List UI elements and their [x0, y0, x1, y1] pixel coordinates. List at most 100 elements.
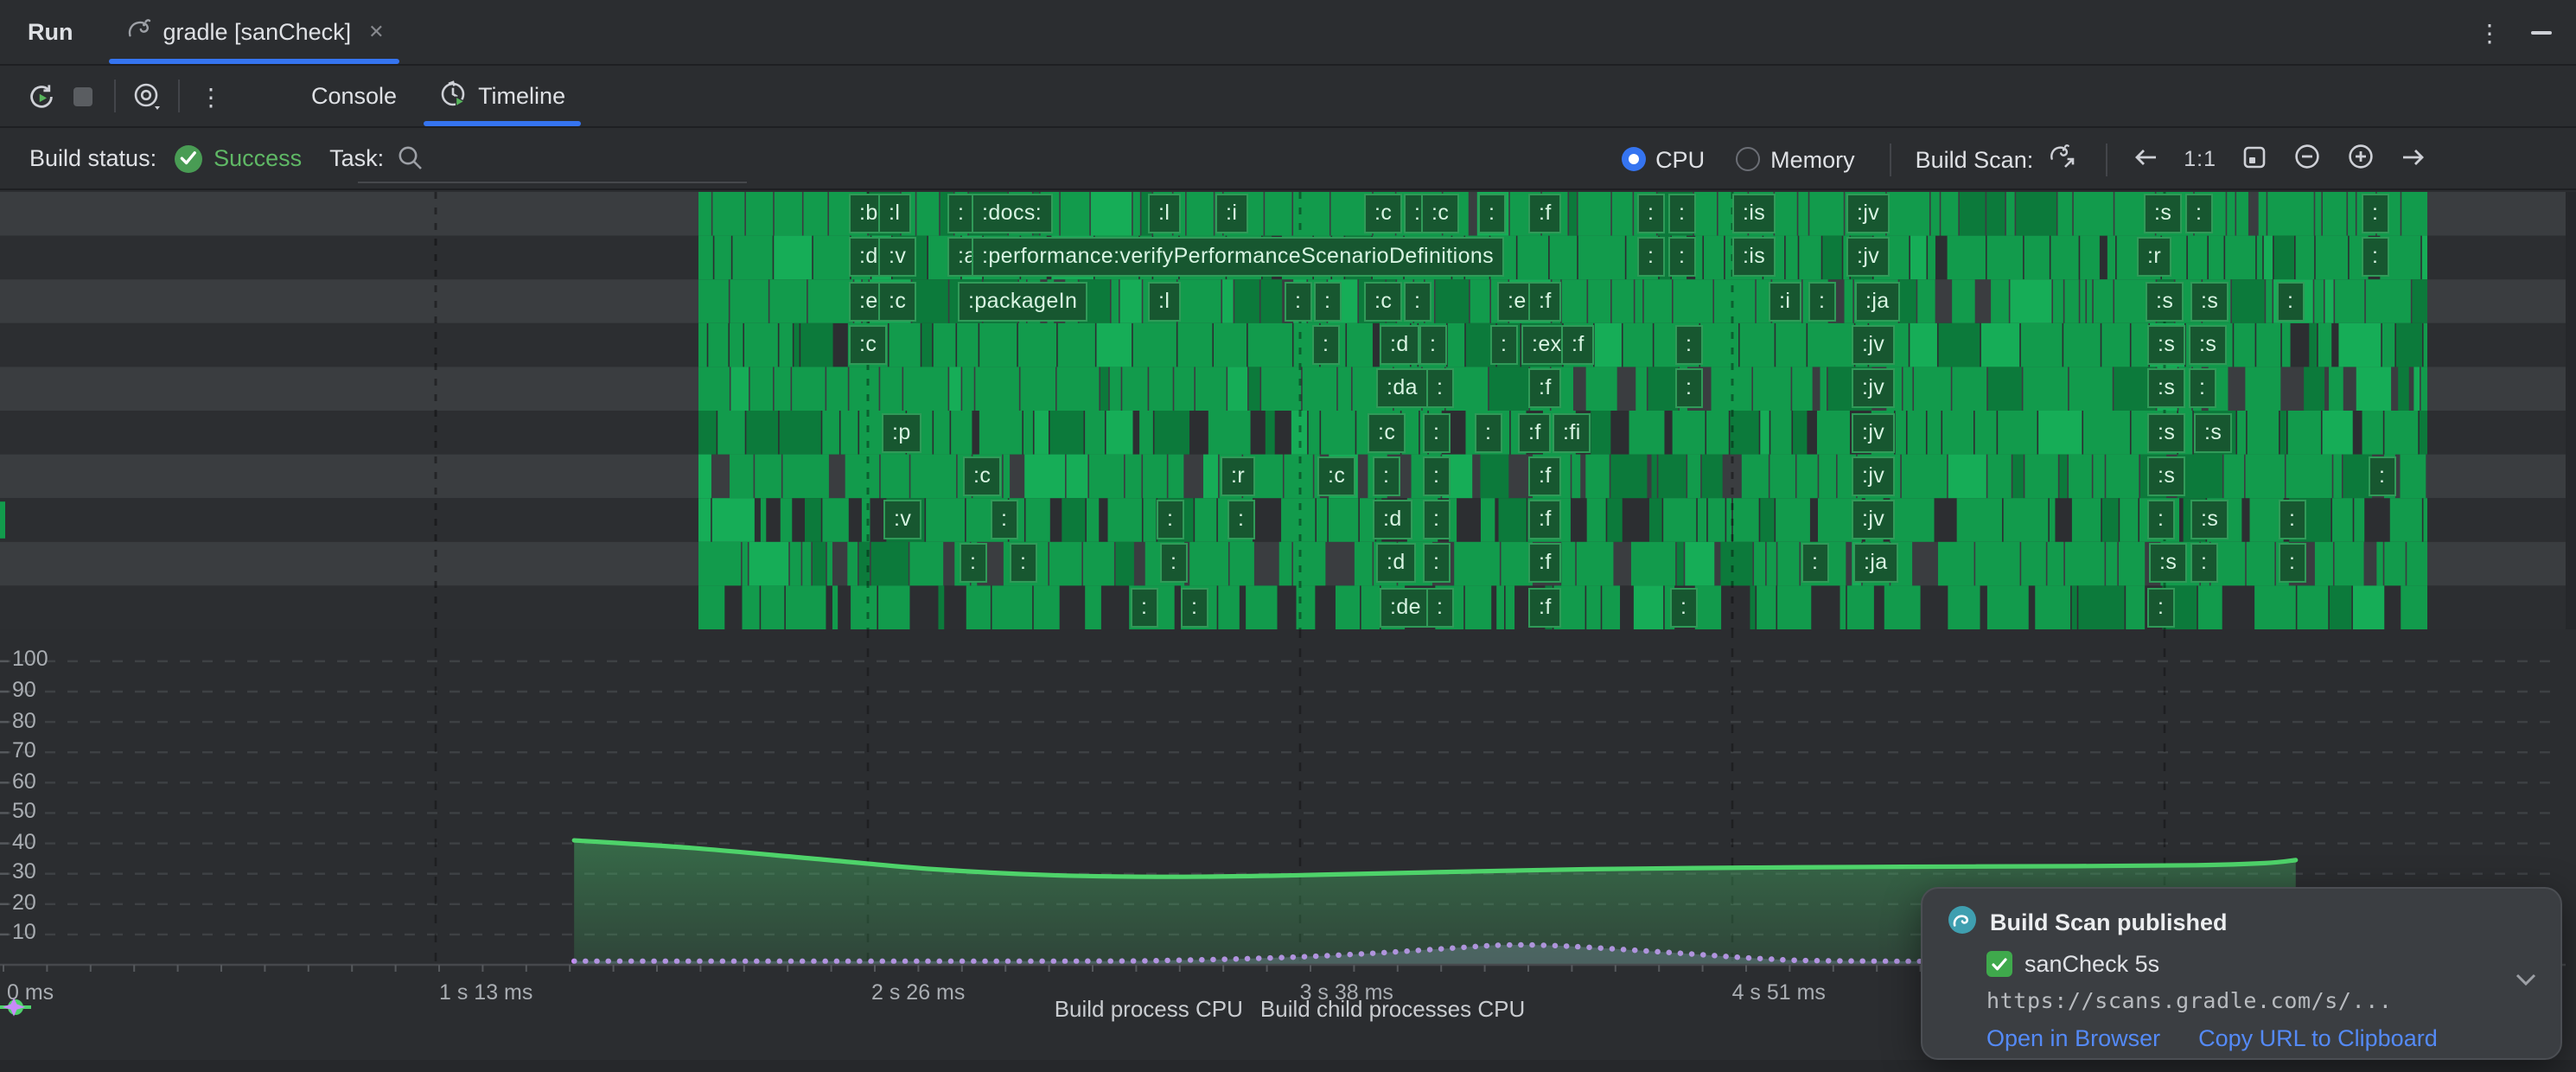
stop-button[interactable]: [62, 75, 104, 117]
task-label[interactable]: :l: [878, 194, 910, 233]
task-label[interactable]: :f: [1528, 194, 1562, 233]
task-label[interactable]: :s: [2194, 412, 2232, 452]
memory-radio-label[interactable]: Memory: [1770, 146, 1855, 172]
task-label[interactable]: :: [2362, 194, 2388, 233]
task-label[interactable]: :: [1490, 325, 1517, 365]
task-label[interactable]: :f: [1518, 412, 1552, 452]
scroll-left-icon[interactable]: [2132, 144, 2159, 174]
task-label[interactable]: :s: [2144, 194, 2182, 233]
task-label[interactable]: :c: [878, 281, 916, 321]
task-label[interactable]: :: [947, 194, 974, 233]
task-label[interactable]: :: [1637, 194, 1664, 233]
zoom-out-icon[interactable]: [2292, 142, 2322, 176]
task-label[interactable]: :l: [1148, 281, 1180, 321]
task-label[interactable]: :ja: [1853, 544, 1898, 584]
task-label[interactable]: :: [2279, 500, 2305, 539]
task-label[interactable]: :v: [878, 238, 916, 278]
task-label[interactable]: :d: [1380, 325, 1419, 365]
task-label[interactable]: :: [2185, 194, 2212, 233]
task-label[interactable]: :s: [2149, 544, 2187, 584]
task-label[interactable]: :: [1314, 281, 1341, 321]
copy-url-link[interactable]: Copy URL to Clipboard: [2198, 1025, 2438, 1051]
search-icon[interactable]: [396, 144, 425, 173]
task-label[interactable]: :: [1423, 544, 1450, 584]
task-label[interactable]: :: [2147, 587, 2174, 627]
task-label[interactable]: :f: [1528, 281, 1562, 321]
task-label[interactable]: :jv: [1852, 456, 1895, 496]
run-configuration-tab[interactable]: gradle [sanCheck] ✕: [105, 0, 405, 64]
task-label[interactable]: :: [1475, 412, 1502, 452]
task-label[interactable]: :: [1404, 281, 1431, 321]
task-label[interactable]: :s: [2190, 281, 2228, 321]
task-label[interactable]: :f: [1528, 456, 1562, 496]
task-label[interactable]: :: [1801, 544, 1828, 584]
task-label[interactable]: :: [1426, 368, 1453, 408]
task-label[interactable]: :: [1160, 544, 1187, 584]
task-label[interactable]: :c: [1364, 281, 1402, 321]
task-label[interactable]: :docs:: [972, 194, 1052, 233]
rerun-button[interactable]: [21, 75, 62, 117]
task-label[interactable]: :jv: [1852, 500, 1895, 539]
task-label[interactable]: :: [1423, 456, 1450, 496]
task-label[interactable]: :: [1423, 500, 1450, 539]
cpu-radio-label[interactable]: CPU: [1655, 146, 1705, 172]
task-label[interactable]: :: [2277, 281, 2304, 321]
task-label[interactable]: :s: [2147, 325, 2185, 365]
task-label[interactable]: :s: [2189, 325, 2227, 365]
build-scan-url[interactable]: https://scans.gradle.com/s/...: [1986, 987, 2536, 1013]
task-label[interactable]: :c: [1421, 194, 1459, 233]
task-label[interactable]: :p: [882, 412, 921, 452]
task-label[interactable]: :: [991, 500, 1017, 539]
task-label[interactable]: :: [1423, 412, 1450, 452]
task-label[interactable]: :: [2147, 500, 2174, 539]
tab-console[interactable]: Console: [290, 66, 418, 126]
task-label[interactable]: :i: [1215, 194, 1247, 233]
task-label[interactable]: :: [2279, 544, 2305, 584]
task-label[interactable]: :s: [2147, 412, 2185, 452]
close-icon[interactable]: ✕: [368, 21, 384, 43]
task-label[interactable]: :performance:verifyPerformanceScenarioDe…: [972, 238, 1504, 278]
task-label[interactable]: :fi: [1553, 412, 1591, 452]
task-label[interactable]: :: [1668, 238, 1695, 278]
task-label[interactable]: :: [2189, 368, 2216, 408]
task-label[interactable]: :is: [1732, 238, 1776, 278]
task-label[interactable]: :jv: [1852, 368, 1895, 408]
task-label[interactable]: :s: [2190, 500, 2228, 539]
open-in-browser-link[interactable]: Open in Browser: [1986, 1025, 2160, 1051]
task-label[interactable]: :jv: [1846, 238, 1890, 278]
task-label[interactable]: :i: [1769, 281, 1801, 321]
task-label[interactable]: :ja: [1855, 281, 1900, 321]
task-label[interactable]: :jv: [1852, 412, 1895, 452]
task-label[interactable]: :c: [1317, 456, 1355, 496]
task-label[interactable]: :v: [883, 500, 921, 539]
task-label[interactable]: :s: [2146, 281, 2184, 321]
task-label[interactable]: :: [1478, 194, 1505, 233]
task-label[interactable]: :c: [1364, 194, 1402, 233]
task-search-field[interactable]: [358, 182, 747, 183]
task-label[interactable]: :: [1285, 281, 1311, 321]
scroll-right-icon[interactable]: [2400, 144, 2427, 174]
task-label[interactable]: :de: [1380, 587, 1431, 627]
task-label[interactable]: :f: [1528, 587, 1562, 627]
task-label[interactable]: :f: [1528, 544, 1562, 584]
task-label[interactable]: :: [1227, 500, 1254, 539]
task-label[interactable]: :: [2190, 544, 2217, 584]
task-label[interactable]: :r: [2137, 238, 2171, 278]
tab-timeline[interactable]: Timeline: [418, 66, 586, 126]
task-label[interactable]: :: [1419, 325, 1446, 365]
task-label[interactable]: :: [2362, 238, 2388, 278]
task-label[interactable]: :: [1373, 456, 1400, 496]
task-label[interactable]: :da: [1376, 368, 1428, 408]
task-label[interactable]: :: [1668, 194, 1695, 233]
show-options-eye-icon[interactable]: [126, 75, 168, 117]
task-label[interactable]: :jv: [1846, 194, 1890, 233]
task-label[interactable]: :jv: [1852, 325, 1895, 365]
task-label[interactable]: :: [1157, 500, 1183, 539]
task-label[interactable]: :: [1670, 587, 1697, 627]
task-label[interactable]: :f: [1561, 325, 1595, 365]
task-label[interactable]: :: [1312, 325, 1339, 365]
zoom-ratio-label[interactable]: 1:1: [2184, 147, 2216, 171]
task-timeline-gantt[interactable]: :b:l::docs::l:i:c::c::f:::is:jv:s:::d:v:…: [0, 192, 2576, 629]
task-label[interactable]: :c: [849, 325, 887, 365]
task-label[interactable]: :s: [2147, 456, 2185, 496]
